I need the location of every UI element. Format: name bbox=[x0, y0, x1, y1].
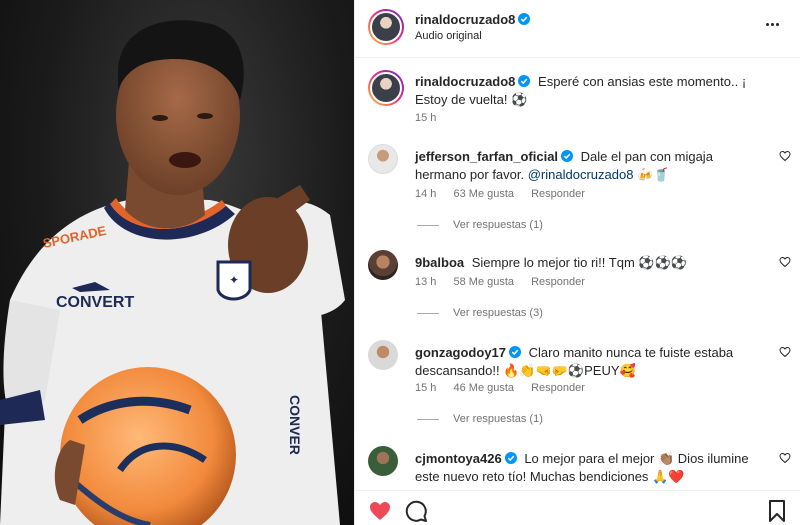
heart-icon[interactable] bbox=[779, 346, 791, 358]
caption-author-username[interactable]: rinaldocruzado8 bbox=[415, 74, 515, 89]
commenter-avatar[interactable] bbox=[368, 340, 398, 370]
player-illustration: SPORADE CONVERT ✦ CONVER bbox=[0, 20, 345, 525]
comment-meta: 15 h 46 Me gusta Responder bbox=[415, 382, 599, 394]
comment-likes[interactable]: 46 Me gusta bbox=[453, 382, 514, 394]
author-username-text[interactable]: rinaldocruzado8 bbox=[415, 12, 515, 27]
caption-text: rinaldocruzado8 Esperé con ansias este m… bbox=[415, 73, 775, 109]
reply-button[interactable]: Responder bbox=[531, 276, 585, 288]
heart-icon[interactable] bbox=[779, 150, 791, 162]
comment-icon[interactable] bbox=[404, 499, 428, 523]
caption-time[interactable]: 15 h bbox=[415, 112, 436, 124]
more-icon-dot bbox=[776, 23, 779, 26]
view-replies-label: Ver respuestas (1) bbox=[453, 413, 543, 425]
more-options-button[interactable] bbox=[765, 18, 785, 32]
verified-badge-icon bbox=[504, 452, 517, 464]
audio-label[interactable]: Audio original bbox=[415, 30, 482, 42]
view-replies-label: Ver respuestas (1) bbox=[453, 219, 543, 231]
view-replies-button[interactable]: Ver respuestas (3) bbox=[417, 307, 543, 319]
comment-likes[interactable]: 58 Me gusta bbox=[453, 276, 514, 288]
view-replies-button[interactable]: Ver respuestas (1) bbox=[417, 219, 543, 231]
heart-icon[interactable] bbox=[779, 452, 791, 464]
post-action-bar bbox=[355, 490, 800, 525]
commenter-username[interactable]: 9balboa bbox=[415, 255, 464, 270]
reply-button[interactable]: Responder bbox=[531, 382, 585, 394]
comment-body: Siempre lo mejor tio ri!! Tqm ⚽⚽⚽ bbox=[471, 255, 687, 270]
commenter-avatar[interactable] bbox=[368, 446, 398, 476]
comment-text: gonzagodoy17 Claro manito nunca te fuist… bbox=[415, 344, 765, 380]
post-detail-panel: rinaldocruzado8 Audio original rinaldocr… bbox=[354, 0, 800, 525]
jersey-brand: CONVERT bbox=[56, 294, 134, 311]
commenter-username[interactable]: cjmontoya426 bbox=[415, 451, 502, 466]
commenter-username[interactable]: jefferson_farfan_oficial bbox=[415, 149, 558, 164]
commenter-avatar[interactable] bbox=[368, 144, 398, 174]
verified-badge-icon bbox=[509, 346, 522, 358]
comment-text: 9balboa Siempre lo mejor tio ri!! Tqm ⚽⚽… bbox=[415, 254, 765, 272]
post-photo: SPORADE CONVERT ✦ CONVER bbox=[0, 0, 354, 525]
comment-meta: 14 h 63 Me gusta Responder bbox=[415, 188, 599, 200]
heart-icon[interactable] bbox=[368, 499, 392, 523]
more-icon-dot bbox=[771, 23, 774, 26]
view-replies-button[interactable]: Ver respuestas (1) bbox=[417, 413, 543, 425]
author-avatar[interactable] bbox=[368, 9, 404, 45]
jersey-side-text: CONVER bbox=[287, 395, 303, 455]
verified-badge-icon bbox=[561, 150, 574, 162]
verified-badge-icon bbox=[518, 75, 531, 87]
post-header: rinaldocruzado8 Audio original bbox=[355, 0, 800, 58]
verified-badge-icon bbox=[518, 13, 531, 25]
view-replies-label: Ver respuestas (3) bbox=[453, 307, 543, 319]
commenter-username[interactable]: gonzagodoy17 bbox=[415, 345, 506, 360]
crest-star: ✦ bbox=[229, 273, 239, 287]
heart-icon[interactable] bbox=[779, 256, 791, 268]
comment-text: cjmontoya426 Lo mejor para el mejor 👏🏽 D… bbox=[415, 450, 765, 486]
reply-button[interactable]: Responder bbox=[531, 188, 585, 200]
comment-emoji: 🍻🥤 bbox=[633, 167, 670, 182]
more-icon bbox=[766, 23, 769, 26]
comment-likes[interactable]: 63 Me gusta bbox=[453, 188, 514, 200]
comment-text: jefferson_farfan_oficial Dale el pan con… bbox=[415, 148, 765, 184]
commenter-avatar[interactable] bbox=[368, 250, 398, 280]
comment-meta: 13 h 58 Me gusta Responder bbox=[415, 276, 599, 288]
mention-link[interactable]: @rinaldocruzado8 bbox=[528, 167, 634, 182]
comment-time: 14 h bbox=[415, 188, 437, 200]
author-username[interactable]: rinaldocruzado8 bbox=[415, 12, 531, 27]
comment-time: 15 h bbox=[415, 382, 437, 394]
caption-author-avatar[interactable] bbox=[368, 70, 404, 106]
comment-time: 13 h bbox=[415, 276, 437, 288]
bookmark-icon[interactable] bbox=[765, 499, 789, 523]
